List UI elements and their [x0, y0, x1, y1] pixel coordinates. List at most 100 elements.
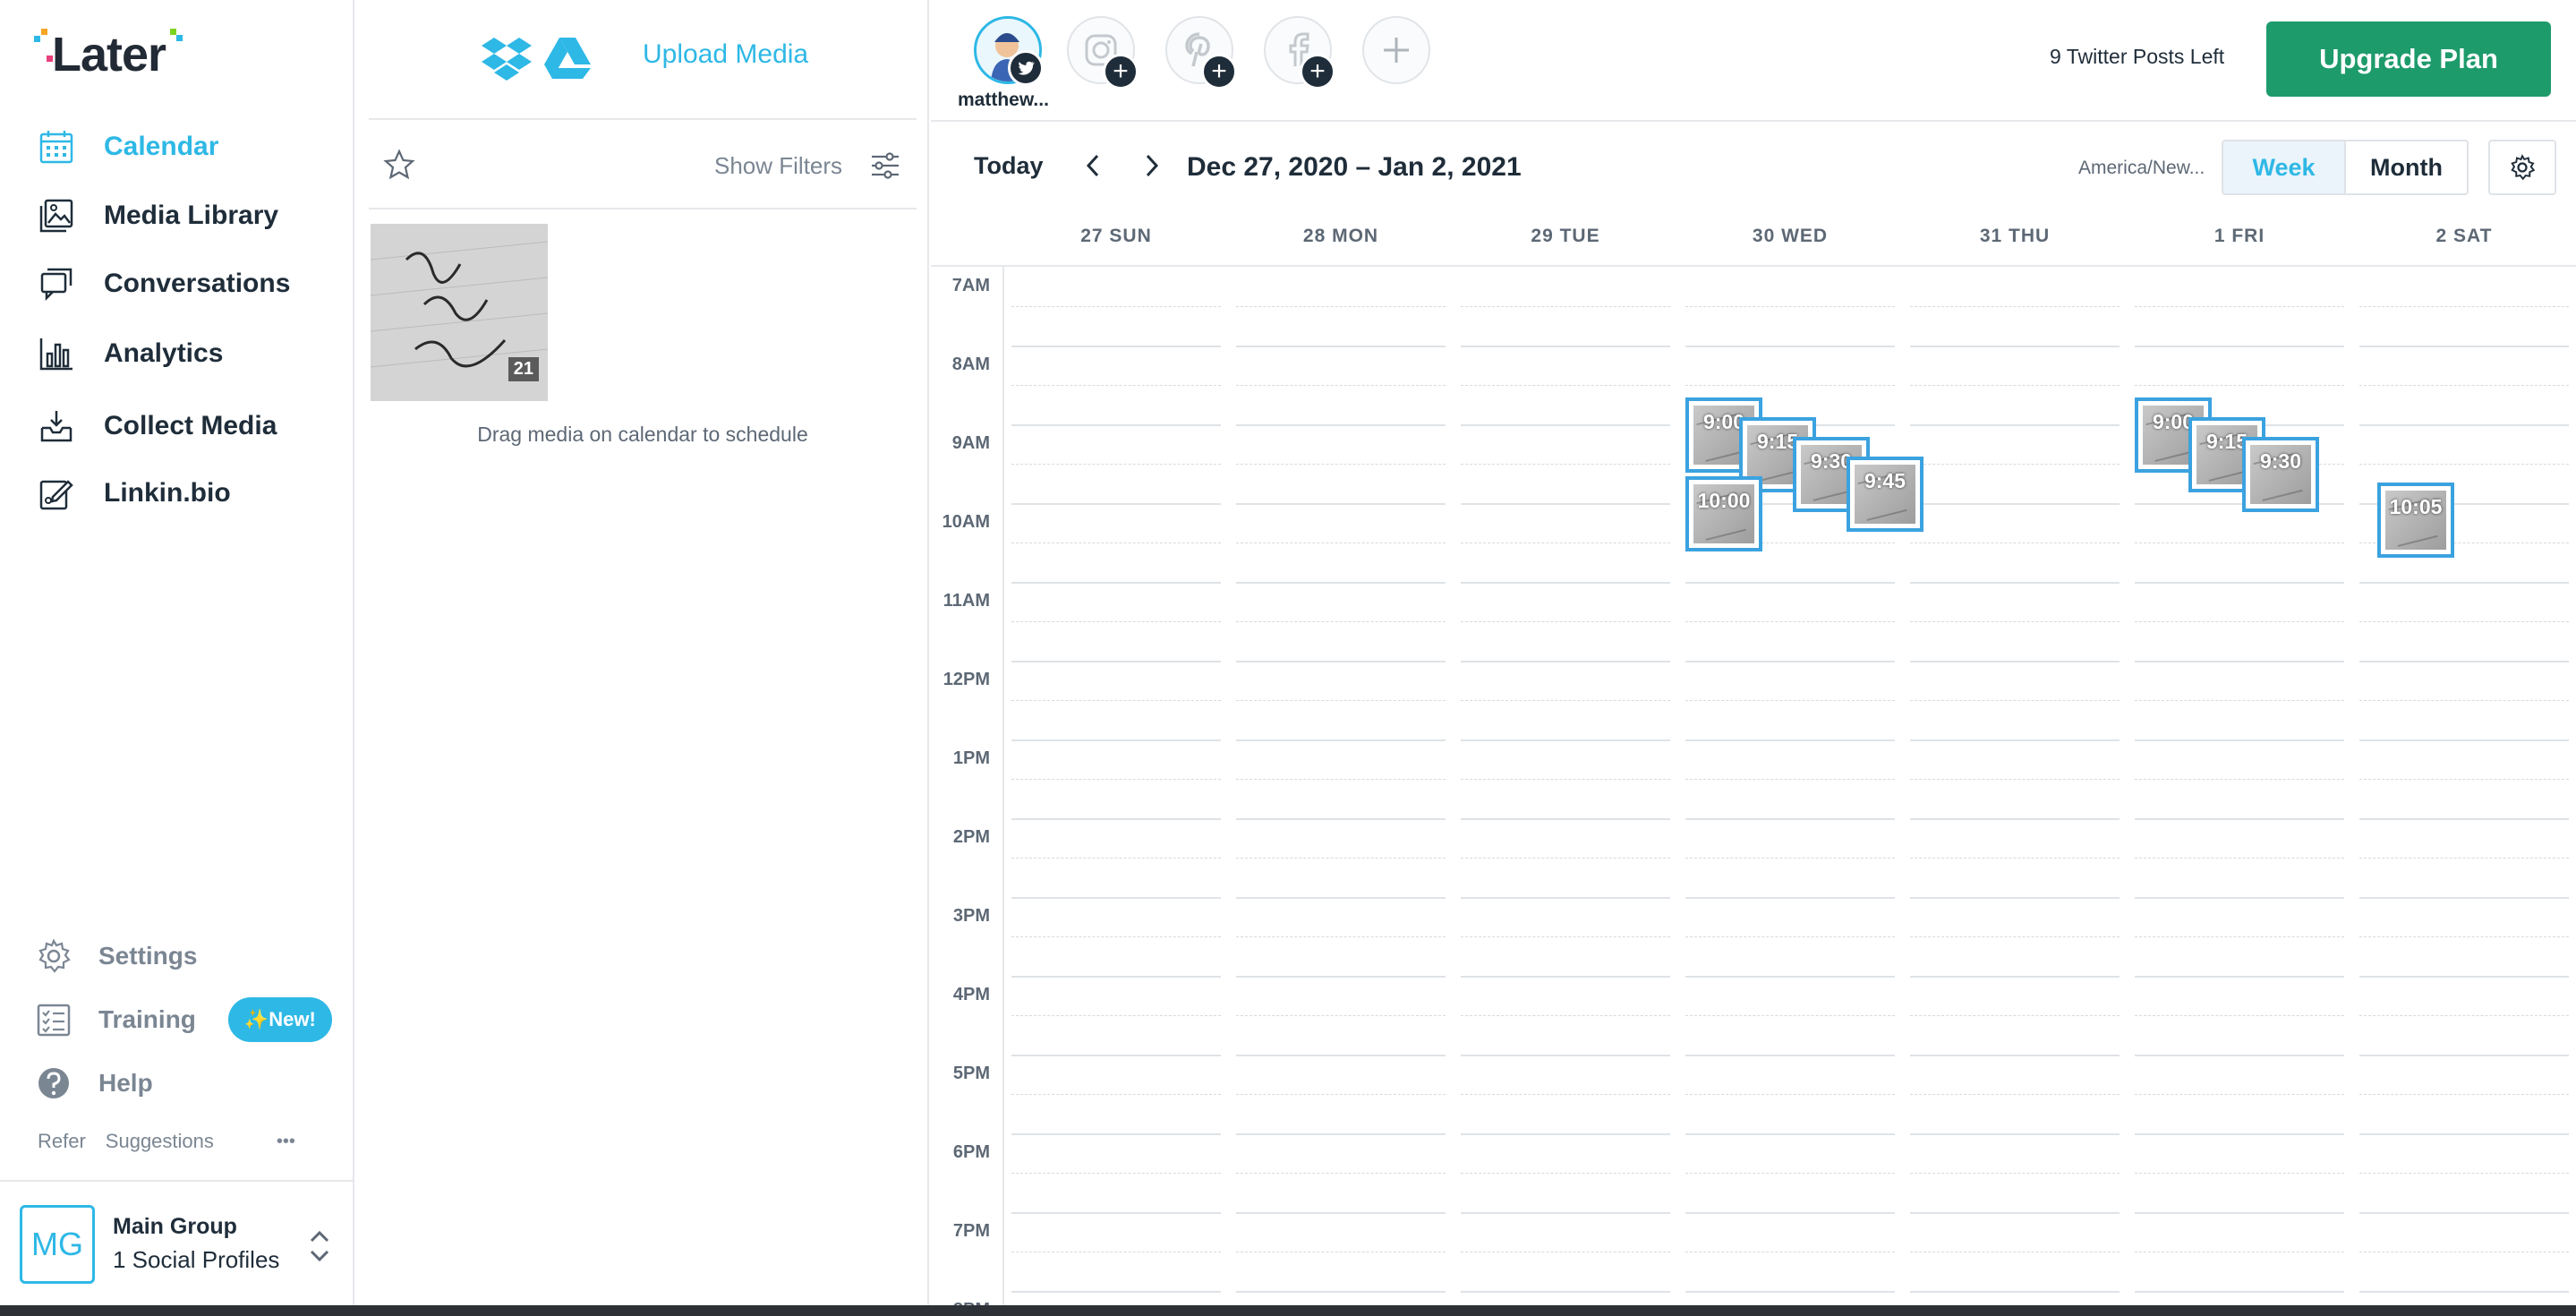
half-hour-line[interactable] [1461, 1015, 1670, 1016]
half-hour-line[interactable] [2359, 1173, 2569, 1174]
hour-line[interactable] [2135, 582, 2344, 584]
half-hour-line[interactable] [2359, 779, 2569, 780]
nav-analytics[interactable]: Analytics [36, 327, 340, 380]
hour-line[interactable] [1011, 1133, 1221, 1135]
nav-help[interactable]: Help [36, 1059, 153, 1107]
scheduled-post[interactable]: 10:00 [1685, 476, 1762, 551]
hour-line[interactable] [2359, 1133, 2569, 1135]
hour-line[interactable] [2359, 1291, 2569, 1293]
hour-line[interactable] [1461, 346, 1670, 347]
hour-line[interactable] [1236, 503, 1446, 505]
hour-line[interactable] [1910, 818, 2120, 820]
half-hour-line[interactable] [2359, 700, 2569, 701]
hour-line[interactable] [2359, 818, 2569, 820]
half-hour-line[interactable] [2359, 306, 2569, 307]
half-hour-line[interactable] [1011, 1173, 1221, 1174]
hour-line[interactable] [1910, 897, 2120, 899]
hour-line[interactable] [2135, 897, 2344, 899]
hour-line[interactable] [2359, 897, 2569, 899]
hour-line[interactable] [1011, 503, 1221, 505]
half-hour-line[interactable] [1910, 1173, 2120, 1174]
hour-line[interactable] [2135, 818, 2344, 820]
half-hour-line[interactable] [1461, 1173, 1670, 1174]
hour-line[interactable] [1461, 1212, 1670, 1214]
half-hour-line[interactable] [1910, 1015, 2120, 1016]
hour-line[interactable] [1236, 976, 1446, 978]
nav-settings[interactable]: Settings [36, 932, 197, 980]
half-hour-line[interactable] [1461, 306, 1670, 307]
hour-line[interactable] [1236, 739, 1446, 741]
half-hour-line[interactable] [1910, 936, 2120, 937]
half-hour-line[interactable] [1011, 700, 1221, 701]
hour-line[interactable] [1236, 424, 1446, 426]
google-drive-icon[interactable] [544, 38, 591, 79]
hour-line[interactable] [1011, 346, 1221, 347]
half-hour-line[interactable] [2135, 621, 2344, 622]
half-hour-line[interactable] [2135, 1173, 2344, 1174]
suggestions-link[interactable]: Suggestions [106, 1130, 214, 1153]
half-hour-line[interactable] [1236, 385, 1446, 386]
hour-line[interactable] [1236, 1133, 1446, 1135]
half-hour-line[interactable] [1011, 779, 1221, 780]
hour-line[interactable] [2135, 1133, 2344, 1135]
hour-line[interactable] [2359, 1212, 2569, 1214]
half-hour-line[interactable] [2135, 1015, 2344, 1016]
hour-line[interactable] [2135, 1291, 2344, 1293]
chevron-up-down-icon[interactable] [306, 1226, 333, 1266]
half-hour-line[interactable] [1236, 700, 1446, 701]
half-hour-line[interactable] [1236, 306, 1446, 307]
add-profile-button[interactable] [1362, 16, 1430, 84]
half-hour-line[interactable] [2135, 1094, 2344, 1095]
hour-line[interactable] [2359, 424, 2569, 426]
hour-line[interactable] [1910, 582, 2120, 584]
half-hour-line[interactable] [1685, 621, 1895, 622]
hour-line[interactable] [2359, 976, 2569, 978]
half-hour-line[interactable] [1011, 936, 1221, 937]
half-hour-line[interactable] [2359, 385, 2569, 386]
half-hour-line[interactable] [1011, 858, 1221, 859]
nav-collect-media[interactable]: Collect Media [36, 399, 340, 453]
hour-line[interactable] [1910, 661, 2120, 662]
half-hour-line[interactable] [1461, 936, 1670, 937]
hour-line[interactable] [1461, 739, 1670, 741]
hour-line[interactable] [1685, 1055, 1895, 1056]
hour-line[interactable] [1461, 582, 1670, 584]
show-filters-button[interactable]: Show Filters [714, 152, 842, 180]
hour-line[interactable] [1011, 1055, 1221, 1056]
half-hour-line[interactable] [1236, 936, 1446, 937]
half-hour-line[interactable] [1685, 1094, 1895, 1095]
hour-line[interactable] [1461, 661, 1670, 662]
hour-line[interactable] [1685, 818, 1895, 820]
hour-line[interactable] [1461, 976, 1670, 978]
half-hour-line[interactable] [1910, 858, 2120, 859]
hour-line[interactable] [1461, 503, 1670, 505]
hour-line[interactable] [1910, 739, 2120, 741]
hour-line[interactable] [2359, 1055, 2569, 1056]
hour-line[interactable] [1685, 739, 1895, 741]
hour-line[interactable] [1461, 1133, 1670, 1135]
half-hour-line[interactable] [1910, 1094, 2120, 1095]
chevron-right-icon[interactable] [1139, 152, 1164, 179]
half-hour-line[interactable] [1461, 621, 1670, 622]
star-icon[interactable] [383, 149, 415, 181]
half-hour-line[interactable] [1685, 306, 1895, 307]
hour-line[interactable] [1910, 1212, 2120, 1214]
half-hour-line[interactable] [1236, 779, 1446, 780]
half-hour-line[interactable] [2359, 464, 2569, 465]
half-hour-line[interactable] [1685, 858, 1895, 859]
half-hour-line[interactable] [1461, 464, 1670, 465]
nav-training[interactable]: Training ✨New! [36, 996, 332, 1044]
half-hour-line[interactable] [2135, 858, 2344, 859]
half-hour-line[interactable] [1685, 1173, 1895, 1174]
half-hour-line[interactable] [1910, 306, 2120, 307]
hour-line[interactable] [1236, 661, 1446, 662]
hour-line[interactable] [1461, 897, 1670, 899]
hour-line[interactable] [1685, 1291, 1895, 1293]
hour-line[interactable] [1910, 1055, 2120, 1056]
hour-line[interactable] [1461, 1291, 1670, 1293]
half-hour-line[interactable] [1461, 858, 1670, 859]
half-hour-line[interactable] [1910, 464, 2120, 465]
half-hour-line[interactable] [1236, 1173, 1446, 1174]
hour-line[interactable] [1685, 661, 1895, 662]
hour-line[interactable] [1461, 424, 1670, 426]
